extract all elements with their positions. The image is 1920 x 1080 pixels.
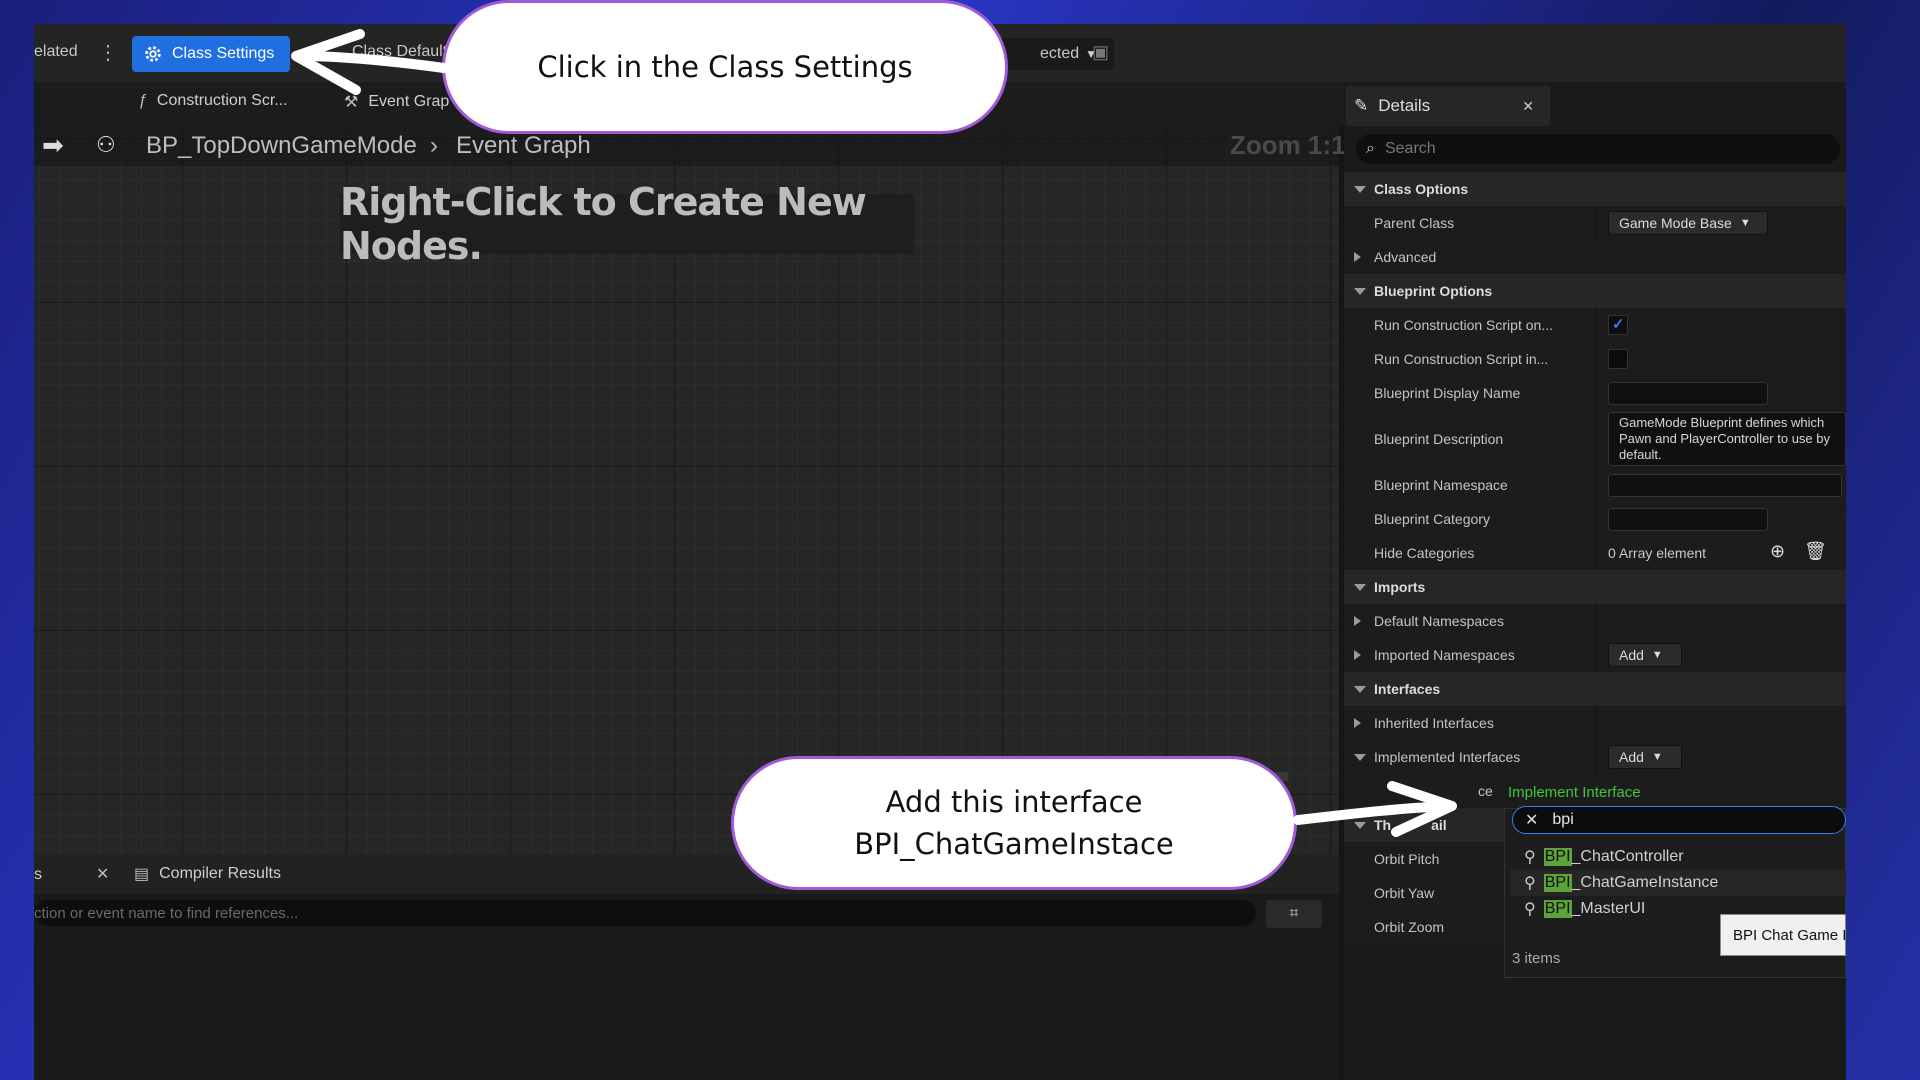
arrow-to-interface: [1293, 781, 1457, 837]
arrow-to-class-settings: [291, 29, 449, 95]
annotation-arrows: [291, 29, 1457, 837]
